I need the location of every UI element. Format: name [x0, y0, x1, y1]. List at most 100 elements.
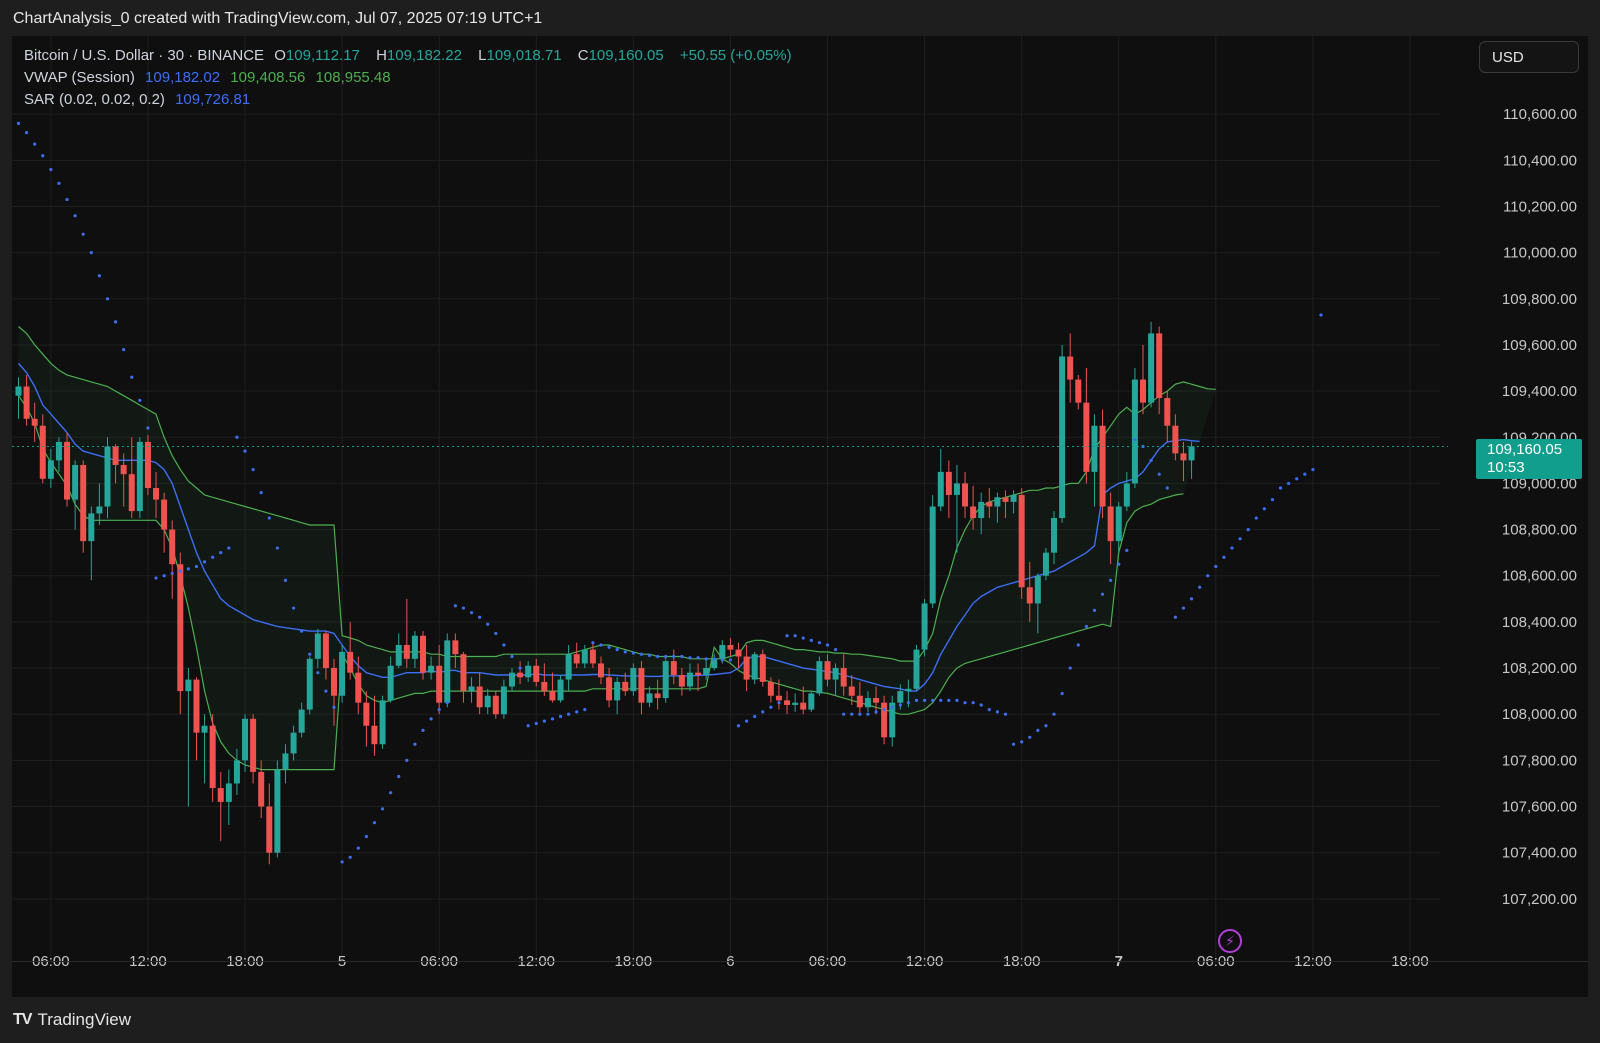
sar-dot [1278, 486, 1283, 490]
sar-dot [1214, 564, 1218, 569]
candle-body [686, 672, 693, 687]
sar-dot [469, 611, 474, 615]
candle-body [1180, 453, 1187, 461]
candle-body [112, 446, 119, 465]
sar-dot [105, 297, 110, 301]
currency-button[interactable]: USD [1479, 41, 1579, 73]
candle-body [331, 668, 338, 696]
sar-dot [1198, 585, 1202, 589]
sar-dot [656, 654, 660, 659]
candle-body [1018, 494, 1025, 588]
y-axis-tick-label: 108,800.00 [1502, 522, 1577, 539]
sar-dot [1303, 472, 1307, 476]
candle-body [848, 686, 855, 696]
sar-dot [696, 656, 700, 660]
candle-body [371, 725, 378, 745]
candle-body [23, 386, 30, 419]
sar-dot [1068, 666, 1072, 670]
candle-body [217, 788, 224, 802]
candle-body [630, 668, 637, 692]
candle-body [266, 806, 273, 853]
sar-dot [761, 710, 765, 714]
sar-dot [623, 650, 627, 654]
candle-body [420, 635, 426, 673]
candle-body [1131, 379, 1138, 484]
candle-body [136, 441, 143, 512]
sar-dot [922, 698, 927, 702]
y-axis-tick-label: 107,800.00 [1502, 752, 1577, 769]
candle-body [1026, 587, 1033, 604]
tradingview-logo[interactable]: TV TradingView [13, 1010, 131, 1030]
sar-dot [1262, 507, 1266, 511]
candle-body [322, 633, 329, 669]
sar-dot [478, 615, 482, 619]
sar-dot [130, 375, 134, 379]
sar-dot [65, 197, 69, 202]
candle-body [298, 709, 305, 733]
sar-dot [955, 698, 959, 702]
candle-body [468, 686, 475, 692]
y-axis-tick-label: 110,200.00 [1503, 198, 1577, 215]
vwap-legend[interactable]: VWAP (Session) 109,182.02 109,408.56 108… [24, 69, 397, 86]
candle-body [557, 679, 564, 701]
candle-body [1010, 494, 1017, 502]
candle-body [533, 665, 540, 682]
candle-body [735, 649, 742, 657]
candle-body [921, 603, 928, 650]
sar-dot [73, 214, 77, 218]
sar-dot [259, 491, 263, 495]
candle-body [1188, 446, 1195, 461]
candle-body [339, 651, 346, 696]
sar-dot [518, 666, 522, 670]
sar-dot [817, 641, 822, 645]
candle-body [233, 760, 240, 784]
sar-dot [389, 791, 393, 795]
vwap-value: 109,182.02 [145, 69, 221, 86]
sar-dot [607, 645, 611, 649]
candle-body [897, 691, 904, 703]
sar-dot [57, 181, 61, 185]
candle-body [597, 663, 604, 678]
sar-dot [494, 631, 498, 636]
symbol-label[interactable]: Bitcoin / U.S. Dollar · 30 · BINANCE [24, 47, 264, 64]
sar-dot [154, 576, 158, 580]
candle-body [161, 499, 168, 530]
candle-body [937, 471, 944, 507]
y-axis-tick-label: 108,000.00 [1502, 706, 1577, 723]
candle-body [759, 654, 766, 682]
sar-dot [300, 629, 304, 633]
sar-dot [219, 551, 223, 555]
y-axis-tick-label: 108,600.00 [1502, 568, 1577, 585]
candle-body [646, 693, 653, 703]
candle-body [986, 501, 993, 507]
candle-body [428, 665, 435, 673]
tradingview-brand-text: TradingView [37, 1010, 132, 1029]
sar-legend[interactable]: SAR (0.02, 0.02, 0.2) 109,726.81 [24, 91, 256, 108]
candle-body [525, 665, 532, 678]
sar-dot [898, 703, 902, 707]
sar-dot [1165, 486, 1169, 490]
candle-body [703, 668, 710, 675]
sar-dot [453, 604, 457, 608]
candle-body [508, 672, 515, 687]
sar-dot [211, 555, 215, 559]
candle-body [225, 783, 232, 802]
sar-dot [550, 717, 555, 721]
candle-body [1059, 356, 1066, 519]
lightning-bolt-icon[interactable]: ⚡ [1218, 929, 1242, 953]
sar-dot [81, 232, 85, 236]
candle-body [1075, 379, 1082, 403]
candle-body [784, 700, 791, 705]
candle-body [1099, 425, 1106, 507]
candle-body [905, 688, 912, 692]
sar-dot [348, 855, 352, 859]
price-chart[interactable]: 110,600.00 110,400.00 110,200.00 110,000.00… [12, 36, 1588, 997]
candle-body [476, 686, 483, 708]
candle-body [1115, 506, 1122, 542]
sar-dot [704, 657, 708, 661]
candle-body [1083, 402, 1090, 472]
change-value: +50.55 (+0.05%) [679, 47, 792, 64]
candle-body [945, 471, 952, 495]
sar-dot [1206, 574, 1210, 578]
candle-body [1002, 497, 1009, 502]
